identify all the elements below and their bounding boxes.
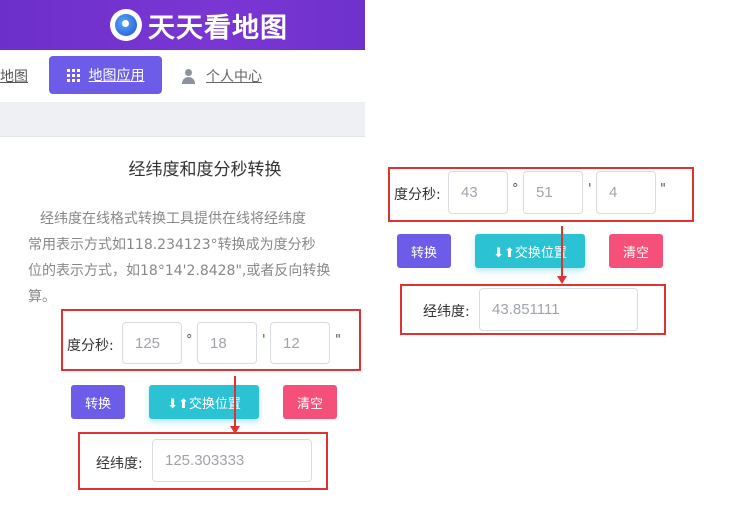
annotation-arrow <box>230 376 240 434</box>
nav-item-user-center-label: 个人中心 <box>206 69 262 85</box>
minute-unit: ' <box>588 182 592 197</box>
convert-button[interactable]: 转换 <box>397 234 451 268</box>
page-title: 经纬度和度分秒转换 <box>128 160 282 180</box>
clear-button[interactable]: 清空 <box>283 385 337 419</box>
annotation-box-dms <box>61 309 361 371</box>
site-logo[interactable]: 天天看地图 <box>110 8 288 44</box>
main-nav: 地图 地图应用 个人中心 <box>0 50 365 102</box>
description-line: 位的表示方式，如18°14'2.8428",或者反向转换 <box>28 263 331 279</box>
clear-button[interactable]: 清空 <box>609 234 663 268</box>
header-bar: 天天看地图 <box>0 0 365 50</box>
decimal-input[interactable]: 43.851111 <box>479 288 638 331</box>
minute-input[interactable]: 51 <box>523 171 583 214</box>
breadcrumb-band <box>0 102 365 137</box>
annotation-box-decimal <box>78 432 328 490</box>
swap-button[interactable]: ⬇⬆交换位置 <box>149 385 259 419</box>
second-input[interactable]: 4 <box>596 171 656 214</box>
nav-item-map[interactable]: 地图 <box>0 66 28 86</box>
dms-label: 度分秒: <box>394 187 441 203</box>
user-icon <box>181 68 196 84</box>
annotation-arrow <box>557 226 567 284</box>
logo-text: 天天看地图 <box>148 12 288 44</box>
nav-item-user-center[interactable]: 个人中心 <box>181 66 262 86</box>
description-line: 经纬度在线格式转换工具提供在线将经纬度 <box>40 211 306 227</box>
convert-button[interactable]: 转换 <box>71 385 125 419</box>
page-description: 经纬度在线格式转换工具提供在线将经纬度 常用表示方式如118.234123°转换… <box>28 206 340 310</box>
grid-icon <box>66 68 80 82</box>
globe-icon <box>110 9 142 41</box>
description-line: 算。 <box>28 289 56 305</box>
nav-item-map-apps-label: 地图应用 <box>88 68 145 84</box>
description-line: 常用表示方式如118.234123°转换成为度分秒 <box>28 237 316 253</box>
second-unit: " <box>660 182 666 197</box>
degree-input[interactable]: 43 <box>448 171 508 214</box>
nav-item-map-apps[interactable]: 地图应用 <box>49 56 162 94</box>
degree-unit: ° <box>512 182 519 197</box>
swap-button[interactable]: ⬇⬆交换位置 <box>475 234 585 268</box>
decimal-label: 经纬度: <box>423 304 470 320</box>
